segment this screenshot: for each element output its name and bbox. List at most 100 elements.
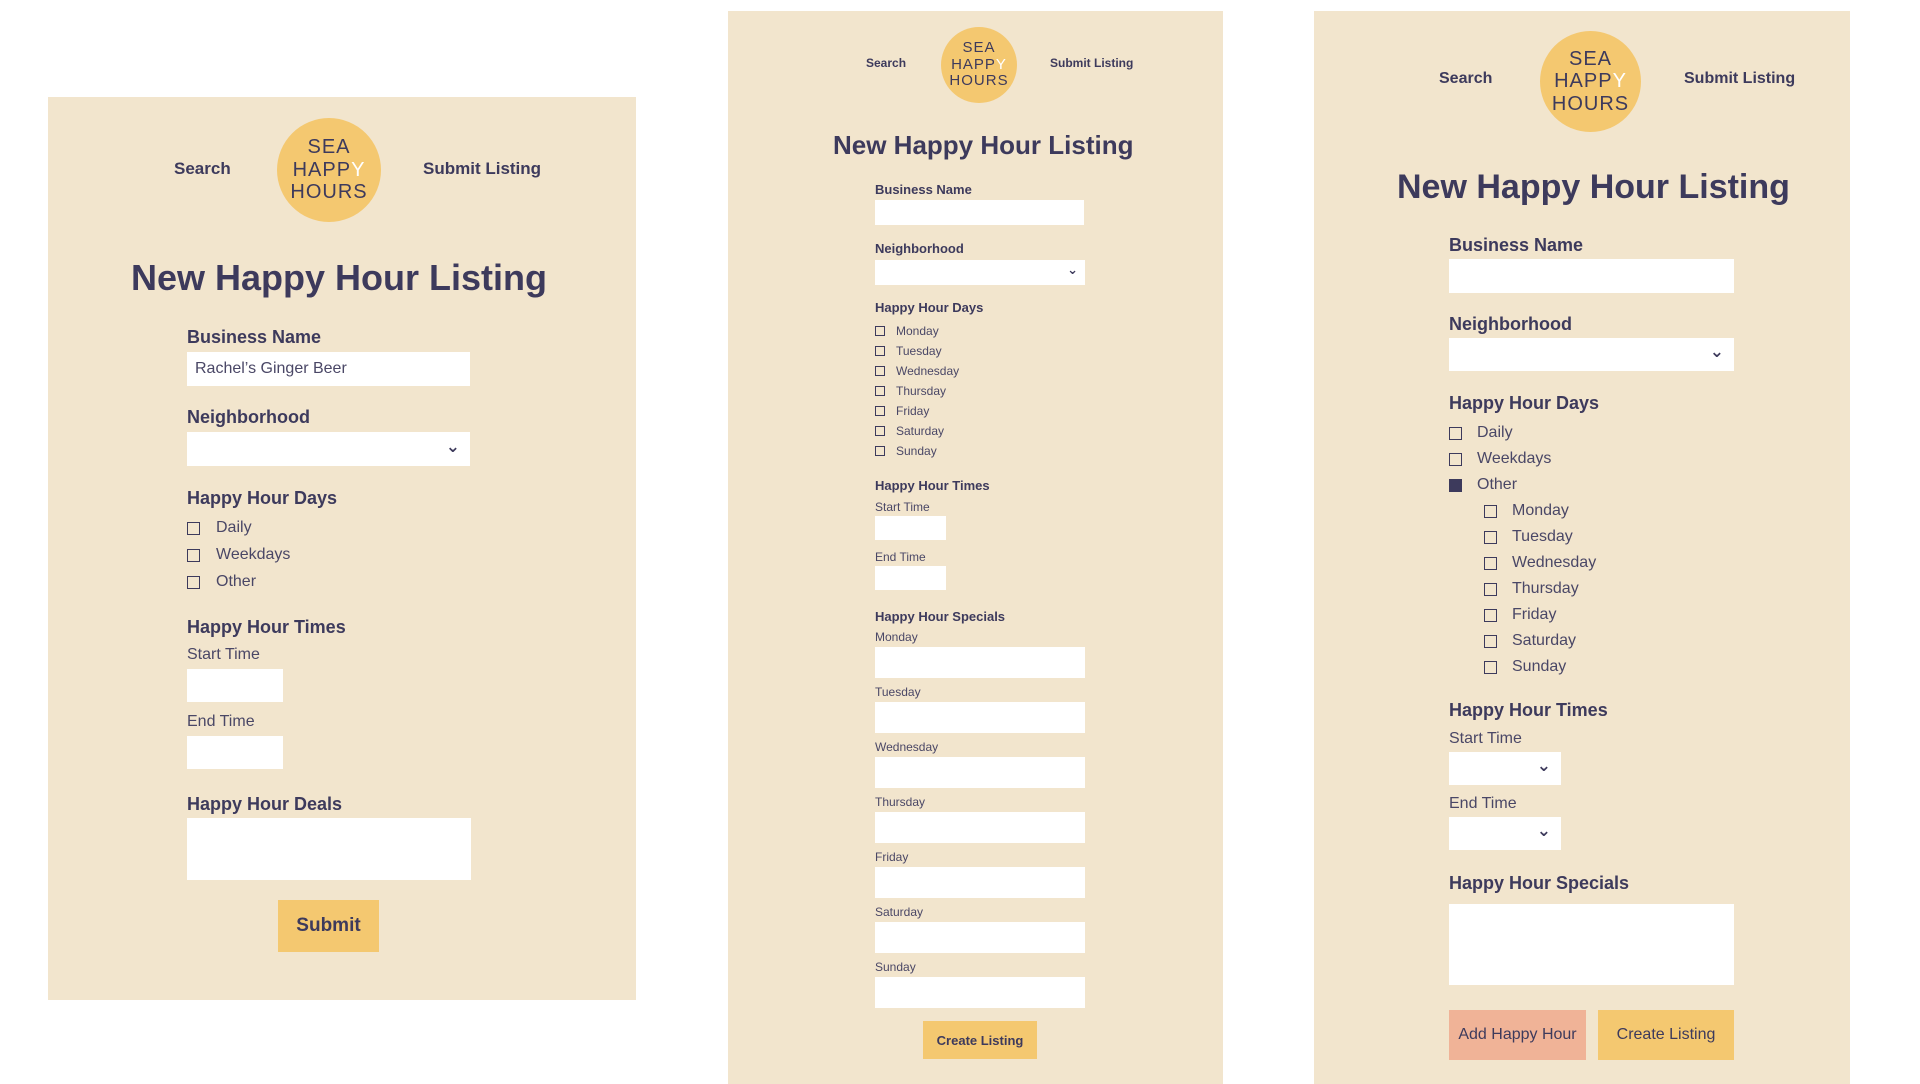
day-option-other[interactable]: Other	[1449, 476, 1517, 494]
nav-search-link[interactable]: Search	[1439, 70, 1492, 88]
checkbox[interactable]	[875, 326, 885, 336]
neighborhood-label: Neighborhood	[187, 407, 310, 427]
neighborhood-select[interactable]: ⌄	[875, 260, 1085, 285]
specials-sunday-input[interactable]	[875, 977, 1085, 1008]
day-option-monday[interactable]: Monday	[875, 324, 939, 338]
day-option-wednesday[interactable]: Wednesday	[875, 364, 959, 378]
happy-hour-deals-textarea[interactable]	[187, 818, 471, 880]
checkbox[interactable]	[187, 521, 200, 535]
day-option-friday[interactable]: Friday	[875, 404, 929, 418]
day-option-thursday[interactable]: Thursday	[875, 384, 946, 398]
start-time-select[interactable]: ⌄	[1449, 752, 1561, 785]
day-option-daily[interactable]: Daily	[187, 519, 252, 537]
checkbox[interactable]	[187, 575, 200, 589]
end-time-input[interactable]	[187, 736, 283, 769]
specials-tuesday-input[interactable]	[875, 702, 1085, 733]
nav-submit-listing-link[interactable]: Submit Listing	[1050, 56, 1133, 70]
logo-line-1: SEA	[1568, 47, 1613, 70]
day-option-label: Other	[216, 573, 257, 590]
chevron-down-icon: ⌄	[1536, 821, 1551, 840]
checkbox[interactable]	[1484, 530, 1497, 544]
business-name-input[interactable]	[187, 352, 470, 386]
end-time-select[interactable]: ⌄	[1449, 817, 1561, 850]
start-time-label: Start Time	[875, 500, 930, 514]
sub-day-tuesday[interactable]: Tuesday	[1484, 528, 1573, 546]
nav-submit-listing-link[interactable]: Submit Listing	[1684, 70, 1795, 88]
cocktail-glass-icon: Y	[995, 55, 1007, 73]
chevron-down-icon: ⌄	[1067, 262, 1078, 277]
checkbox[interactable]	[1484, 556, 1497, 570]
specials-friday-input[interactable]	[875, 867, 1085, 898]
checkbox[interactable]	[1484, 634, 1497, 648]
checkbox[interactable]	[875, 426, 885, 436]
checkbox[interactable]	[187, 548, 200, 562]
day-option-weekdays[interactable]: Weekdays	[187, 546, 290, 564]
logo-line-1: SEA	[962, 38, 996, 56]
checkbox[interactable]	[1449, 452, 1462, 466]
create-listing-button[interactable]: Create Listing	[1598, 1010, 1734, 1060]
form-title: New Happy Hour Listing	[131, 257, 548, 298]
happy-hour-days-label: Happy Hour Days	[187, 488, 338, 508]
specials-saturday-input[interactable]	[875, 922, 1085, 953]
checkbox[interactable]	[875, 346, 885, 356]
logo-line-2: HAPPY	[292, 158, 366, 181]
specials-wednesday-input[interactable]	[875, 757, 1085, 788]
nav-search-link[interactable]: Search	[866, 56, 906, 70]
day-option-other[interactable]: Other	[187, 573, 256, 591]
sub-day-friday[interactable]: Friday	[1484, 606, 1556, 624]
start-time-input[interactable]	[875, 516, 946, 540]
checkbox[interactable]	[875, 406, 885, 416]
business-name-input[interactable]	[1449, 259, 1734, 293]
logo-line-1: SEA	[307, 136, 351, 159]
logo[interactable]: SEA HAPPY HOURS	[941, 27, 1017, 103]
specials-monday-input[interactable]	[875, 647, 1085, 678]
logo[interactable]: SEA HAPPY HOURS	[1540, 31, 1641, 132]
checkbox[interactable]	[875, 386, 885, 396]
form-title: New Happy Hour Listing	[1397, 168, 1790, 206]
checkbox-checked[interactable]	[1449, 478, 1462, 492]
checkbox[interactable]	[875, 366, 885, 376]
neighborhood-select[interactable]: ⌄	[1449, 338, 1734, 371]
sub-day-saturday[interactable]: Saturday	[1484, 632, 1576, 650]
day-option-label: Tuesday	[1512, 528, 1573, 545]
day-option-weekdays[interactable]: Weekdays	[1449, 450, 1551, 468]
specials-thursday-input[interactable]	[875, 812, 1085, 843]
submit-button[interactable]: Submit	[278, 900, 379, 952]
neighborhood-label: Neighborhood	[1449, 314, 1572, 334]
specials-day-label: Sunday	[875, 960, 916, 974]
day-option-tuesday[interactable]: Tuesday	[875, 344, 942, 358]
day-option-label: Wednesday	[896, 364, 960, 378]
checkbox[interactable]	[1484, 504, 1497, 518]
day-option-label: Daily	[216, 519, 252, 536]
start-time-label: Start Time	[1449, 730, 1522, 747]
checkbox[interactable]	[875, 446, 885, 456]
nav-submit-listing-link[interactable]: Submit Listing	[423, 159, 541, 179]
neighborhood-select[interactable]: ⌄	[187, 432, 470, 466]
sub-day-thursday[interactable]: Thursday	[1484, 580, 1579, 598]
chevron-down-icon: ⌄	[1536, 756, 1551, 775]
specials-day-label: Tuesday	[875, 685, 921, 699]
day-option-label: Thursday	[896, 384, 947, 398]
checkbox[interactable]	[1484, 608, 1497, 622]
create-listing-button[interactable]: Create Listing	[923, 1021, 1037, 1059]
checkbox[interactable]	[1484, 660, 1497, 674]
happy-hour-specials-textarea[interactable]	[1449, 904, 1734, 985]
sub-day-monday[interactable]: Monday	[1484, 502, 1569, 520]
add-happy-hour-button[interactable]: Add Happy Hour	[1449, 1010, 1586, 1060]
start-time-input[interactable]	[187, 669, 283, 702]
end-time-input[interactable]	[875, 566, 946, 590]
day-option-sunday[interactable]: Sunday	[875, 444, 937, 458]
day-option-label: Saturday	[1512, 632, 1577, 649]
day-option-daily[interactable]: Daily	[1449, 424, 1513, 442]
business-name-label: Business Name	[875, 182, 972, 197]
sub-day-wednesday[interactable]: Wednesday	[1484, 554, 1596, 572]
logo[interactable]: SEA HAPPY HOURS	[277, 118, 381, 222]
nav-search-link[interactable]: Search	[174, 159, 231, 179]
checkbox[interactable]	[1449, 426, 1462, 440]
mockup-2-panel: Search SEA HAPPY HOURS Submit Listing Ne…	[728, 11, 1223, 1084]
cocktail-glass-icon: Y	[351, 158, 366, 181]
checkbox[interactable]	[1484, 582, 1497, 596]
sub-day-sunday[interactable]: Sunday	[1484, 658, 1566, 676]
business-name-input[interactable]	[875, 200, 1084, 225]
day-option-saturday[interactable]: Saturday	[875, 424, 944, 438]
